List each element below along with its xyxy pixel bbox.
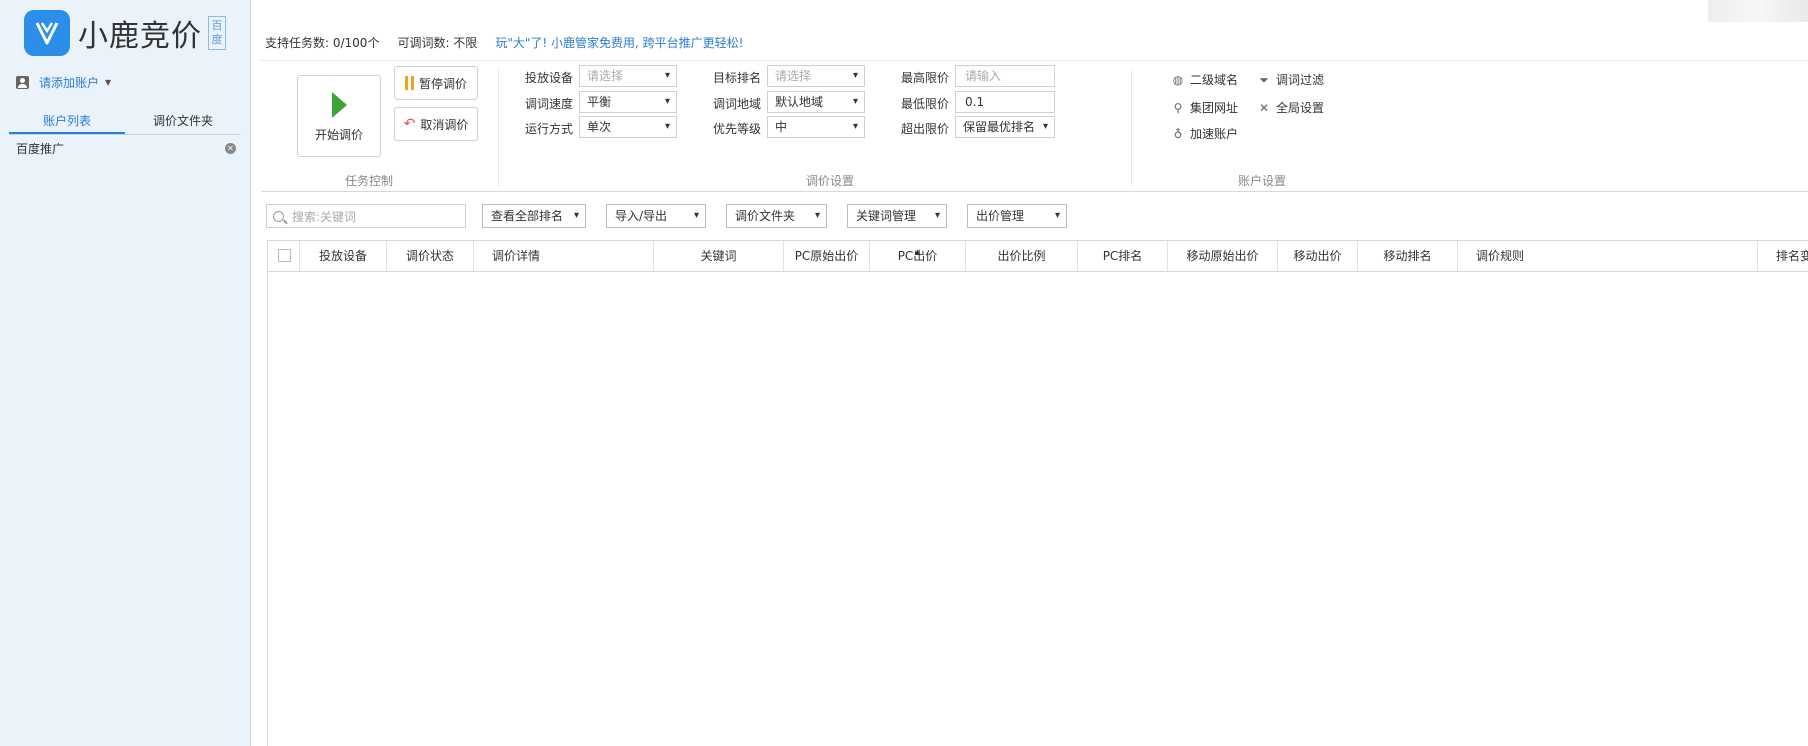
col-bid-rule[interactable]: 调价规则 [1458,241,1758,271]
undo-icon: ↶ [403,116,416,132]
search-icon [273,210,284,222]
divider [498,69,499,187]
target-rank-label: 目标排名 [712,71,761,85]
min-price-label: 最低限价 [900,97,949,111]
device-label: 投放设备 [524,71,573,85]
group-url-label: 集团网址 [1190,101,1239,115]
keyword-management-dropdown[interactable]: 关键词管理 [847,204,947,228]
col-rank-change[interactable]: 排名变 [1758,241,1808,271]
pause-bid-button[interactable]: 暂停调价 [394,66,478,100]
account-list-item[interactable]: 百度推广 ✕ [16,140,236,157]
import-export-dropdown[interactable]: 导入/导出 [606,204,706,228]
filter-bar: 搜索:关键词 查看全部排名 导入/导出 调价文件夹 关键词管理 出价管理 [261,196,1808,236]
play-icon [331,92,347,118]
tab-bid-folder[interactable]: 调价文件夹 [125,110,241,134]
logo: 小鹿竞价 百度 [24,10,226,56]
globe-icon: ◍ [1172,72,1184,87]
col-device[interactable]: 投放设备 [300,241,387,271]
cancel-bid-label: 取消调价 [420,117,469,132]
remove-icon[interactable]: ✕ [225,143,236,154]
start-bid-label: 开始调价 [314,128,363,142]
search-placeholder: 搜索:关键词 [292,209,357,224]
chevron-down-icon: ▼ [105,78,112,87]
col-pc-original-bid[interactable]: PC原始出价 [784,241,870,271]
promo-link[interactable]: 玩"大"了! 小鹿管家免费用, 跨平台推广更轻松! [495,34,743,51]
max-price-input[interactable]: 请输入 [955,65,1055,87]
tab-account-list[interactable]: 账户列表 [9,110,125,134]
adjust-count: 可调词数: 不限 [397,36,478,50]
region-label: 调词地域 [712,97,761,111]
sort-asc-icon: ▲ [914,248,921,256]
status-bar: 支持任务数: 0/100个 可调词数: 不限 玩"大"了! 小鹿管家免费用, 跨… [265,34,761,51]
account-name: 百度推广 [16,142,65,156]
table-header: 投放设备 调价状态 调价详情 关键词 PC原始出价 ▲ PC出价 出价比例 PC… [268,240,1808,272]
run-mode-label: 运行方式 [524,122,573,136]
cancel-bid-button[interactable]: ↶ 取消调价 [394,107,478,141]
bid-folder-dropdown[interactable]: 调价文件夹 [726,204,827,228]
col-keyword[interactable]: 关键词 [654,241,784,271]
task-control-group-label: 任务控制 [345,174,394,188]
over-limit-label: 超出限价 [900,122,949,136]
view-rank-dropdown[interactable]: 查看全部排名 [482,204,586,228]
global-settings-link[interactable]: ✕ 全局设置 [1257,99,1324,116]
account-settings-group-label: 账户设置 [1238,174,1287,188]
pause-icon [404,76,414,90]
filter-icon: ⏷ [1259,72,1269,87]
over-limit-select[interactable]: 保留最优排名 [955,116,1055,138]
speed-select[interactable]: 平衡 [579,91,677,113]
run-mode-select[interactable]: 单次 [579,116,677,138]
app-window: 小鹿竞价 百度 请添加账户 ▼ 账户列表 调价文件夹 百度推广 ✕ 支持任务数:… [0,0,1808,746]
blurred-area [1708,0,1808,22]
bid-settings-group-label: 调价设置 [806,174,855,188]
link-icon: ⚲ [1173,100,1183,115]
group-url-link[interactable]: ⚲ 集团网址 [1171,99,1238,116]
divider [1131,69,1132,187]
col-pc-bid[interactable]: ▲ PC出价 [870,241,966,271]
subdomain-label: 二级域名 [1190,73,1239,87]
col-bid-status[interactable]: 调价状态 [387,241,474,271]
logo-badge: 百度 [208,16,226,50]
accelerate-account-link[interactable]: ♁ 加速账户 [1171,125,1238,142]
rocket-icon: ♁ [1173,126,1183,141]
word-filter-link[interactable]: ⏷ 调词过滤 [1257,71,1324,88]
sidebar: 小鹿竞价 百度 请添加账户 ▼ 账户列表 调价文件夹 百度推广 ✕ [0,0,251,746]
min-price-input[interactable]: 0.1 [955,91,1055,113]
speed-label: 调词速度 [524,97,573,111]
select-all-checkbox[interactable] [278,249,291,262]
keyword-table: 投放设备 调价状态 调价详情 关键词 PC原始出价 ▲ PC出价 出价比例 PC… [267,240,1808,746]
tools-icon: ✕ [1258,100,1270,115]
sidebar-tabs: 账户列表 调价文件夹 [9,110,241,135]
col-mobile-bid[interactable]: 移动出价 [1278,241,1358,271]
target-rank-select[interactable]: 请选择 [767,65,865,87]
select-all-cell [268,241,300,271]
max-price-label: 最高限价 [900,71,949,85]
add-account-button[interactable]: 请添加账户 ▼ [16,74,111,91]
task-count: 支持任务数: 0/100个 [265,36,380,50]
logo-text: 小鹿竞价 [78,19,202,54]
deer-logo-icon [24,10,70,56]
priority-select[interactable]: 中 [767,116,865,138]
region-select[interactable]: 默认地域 [767,91,865,113]
word-filter-label: 调词过滤 [1276,73,1325,87]
col-bid-ratio[interactable]: 出价比例 [966,241,1078,271]
col-mobile-rank[interactable]: 移动排名 [1358,241,1458,271]
bid-management-dropdown[interactable]: 出价管理 [967,204,1067,228]
start-bid-button[interactable]: 开始调价 [297,75,381,157]
add-account-label: 请添加账户 [39,76,100,90]
user-icon [16,76,29,89]
col-mobile-original-bid[interactable]: 移动原始出价 [1168,241,1278,271]
pause-bid-label: 暂停调价 [418,76,467,91]
global-settings-label: 全局设置 [1276,101,1325,115]
toolbar: 开始调价 暂停调价 ↶ 取消调价 任务控制 投放设备 请选择 调词速度 平衡 运… [261,60,1808,192]
device-select[interactable]: 请选择 [579,65,677,87]
col-bid-details[interactable]: 调价详情 [474,241,654,271]
priority-label: 优先等级 [712,122,761,136]
main-panel: 支持任务数: 0/100个 可调词数: 不限 玩"大"了! 小鹿管家免费用, 跨… [252,0,1808,746]
search-input[interactable]: 搜索:关键词 [266,204,466,228]
accelerate-account-label: 加速账户 [1190,127,1239,141]
col-pc-rank[interactable]: PC排名 [1078,241,1168,271]
subdomain-link[interactable]: ◍ 二级域名 [1171,71,1238,88]
